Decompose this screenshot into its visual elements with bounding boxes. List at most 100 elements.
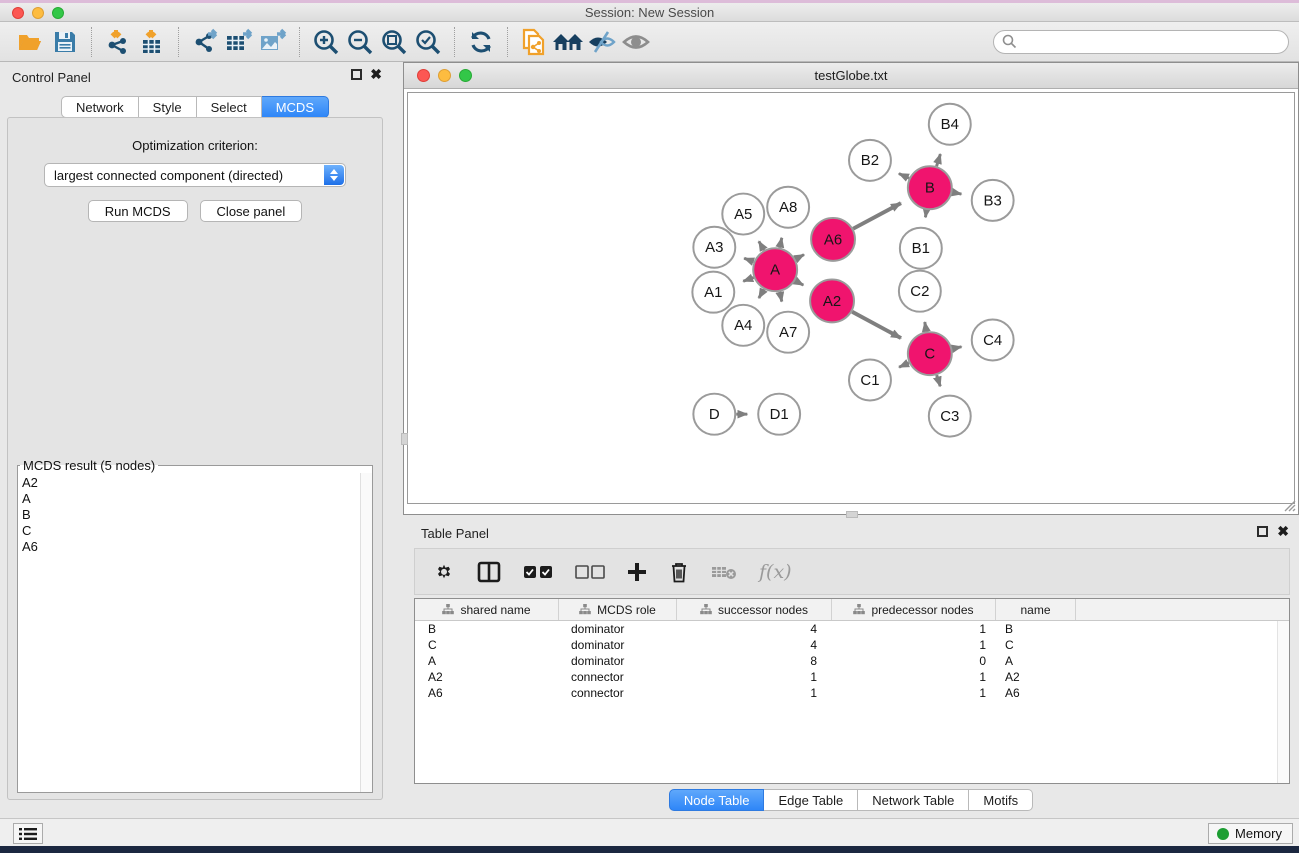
graph-edge-a6-b[interactable]	[853, 203, 901, 229]
zoom-selected-icon[interactable]	[411, 27, 445, 57]
graph-node-d1[interactable]: D1	[758, 394, 800, 435]
graph-node-c4[interactable]: C4	[972, 319, 1014, 360]
graph-node-a2[interactable]: A2	[810, 279, 854, 322]
graph-node-a[interactable]: A	[753, 248, 797, 291]
optimization-criterion-dropdown[interactable]: largest connected component (directed)	[44, 163, 346, 187]
graph-node-b3[interactable]: B3	[972, 180, 1014, 221]
table-row[interactable]: B dominator 4 1 B	[415, 621, 1289, 637]
search-input[interactable]	[1022, 34, 1280, 49]
table-scrollbar[interactable]	[1277, 621, 1289, 783]
delete-table-icon[interactable]	[711, 564, 737, 580]
graph-node-c3[interactable]: C3	[929, 396, 971, 437]
search-field[interactable]	[993, 30, 1289, 54]
memory-button[interactable]: Memory	[1208, 823, 1293, 844]
splitter-handle[interactable]	[846, 511, 858, 518]
tab-node-table[interactable]: Node Table	[669, 789, 765, 811]
tab-select[interactable]: Select	[197, 96, 262, 118]
column-header-shared-name[interactable]: shared name	[415, 599, 559, 620]
split-columns-icon[interactable]	[477, 561, 501, 583]
list-item[interactable]: A	[22, 491, 360, 507]
graph-node-c2[interactable]: C2	[899, 271, 941, 312]
graph-edge-b-b1[interactable]	[925, 210, 926, 217]
graph-edge-c-c3[interactable]	[937, 375, 941, 386]
splitter-handle[interactable]	[401, 433, 408, 445]
import-table-icon[interactable]	[135, 27, 169, 57]
graph-node-c[interactable]: C	[908, 332, 952, 375]
graph-node-c1[interactable]: C1	[849, 360, 891, 401]
column-header-successor-nodes[interactable]: successor nodes	[677, 599, 832, 620]
graph-node-b1[interactable]: B1	[900, 228, 942, 269]
open-file-icon[interactable]	[14, 27, 48, 57]
close-panel-button[interactable]: Close panel	[200, 200, 303, 222]
graph-edge-a2-c[interactable]	[852, 312, 901, 338]
close-panel-icon[interactable]: ✖	[370, 69, 382, 80]
zoom-in-icon[interactable]	[309, 27, 343, 57]
export-table-icon[interactable]	[222, 27, 256, 57]
graph-edge-a-a6[interactable]	[795, 255, 804, 259]
graph-node-b2[interactable]: B2	[849, 140, 891, 181]
column-header-mcds-role[interactable]: MCDS role	[559, 599, 677, 620]
graph-edge-a-a4[interactable]	[759, 289, 764, 298]
graph-edge-a-a7[interactable]	[780, 292, 782, 302]
graph-edge-c-c1[interactable]	[899, 363, 909, 367]
export-image-icon[interactable]	[256, 27, 290, 57]
task-history-button[interactable]	[13, 823, 43, 844]
graph-node-a6[interactable]: A6	[811, 218, 855, 261]
result-list-scrollbar[interactable]	[360, 473, 372, 792]
table-row[interactable]: A6 connector 1 1 A6	[415, 685, 1289, 701]
graph-node-a8[interactable]: A8	[767, 187, 809, 228]
network-window-titlebar[interactable]: testGlobe.txt	[404, 63, 1298, 89]
network-graph[interactable]: B4 B2 B3 A8A5A3 B1 A1 C2 A4A7 C4 C1 C3 D D1 B A6 A A2 C	[408, 93, 1294, 503]
show-details-icon[interactable]	[619, 27, 653, 57]
graph-node-b4[interactable]: B4	[929, 104, 971, 145]
graph-edge-c-c2[interactable]	[925, 322, 927, 331]
run-mcds-button[interactable]: Run MCDS	[88, 200, 188, 222]
graph-edge-a-a2[interactable]	[795, 281, 803, 285]
float-panel-icon[interactable]	[351, 69, 362, 80]
save-session-icon[interactable]	[48, 27, 82, 57]
tab-mcds[interactable]: MCDS	[262, 96, 329, 118]
tab-network[interactable]: Network	[61, 96, 139, 118]
select-all-icon[interactable]	[523, 565, 553, 579]
hide-details-icon[interactable]	[585, 27, 619, 57]
tab-edge-table[interactable]: Edge Table	[764, 789, 858, 811]
list-item[interactable]: A6	[22, 539, 360, 555]
graph-edge-a-a8[interactable]	[780, 238, 782, 248]
close-panel-icon[interactable]: ✖	[1277, 526, 1289, 537]
zoom-out-icon[interactable]	[343, 27, 377, 57]
list-item[interactable]: C	[22, 523, 360, 539]
add-column-icon[interactable]	[627, 562, 647, 582]
clone-network-icon[interactable]	[517, 27, 551, 57]
table-row[interactable]: A2 connector 1 1 A2	[415, 669, 1289, 685]
graph-edge-c-c4[interactable]	[952, 347, 961, 349]
list-item[interactable]: A2	[22, 475, 360, 491]
delete-column-icon[interactable]	[669, 561, 689, 583]
graph-node-a7[interactable]: A7	[767, 312, 809, 353]
export-network-icon[interactable]	[188, 27, 222, 57]
home-icon[interactable]	[551, 27, 585, 57]
deselect-all-icon[interactable]	[575, 565, 605, 579]
graph-edge-b-b3[interactable]	[952, 192, 961, 194]
graph-edge-a-a5[interactable]	[759, 241, 764, 250]
resize-grip-icon[interactable]	[1282, 498, 1296, 512]
graph-node-a4[interactable]: A4	[722, 305, 764, 346]
network-canvas[interactable]: B4 B2 B3 A8A5A3 B1 A1 C2 A4A7 C4 C1 C3 D D1 B A6 A A2 C	[407, 92, 1295, 504]
graph-node-b[interactable]: B	[908, 166, 952, 209]
mcds-result-list[interactable]: A2 A B C A6	[18, 473, 360, 792]
graph-edge-a-a1[interactable]	[743, 277, 753, 281]
graph-node-a5[interactable]: A5	[722, 194, 764, 235]
import-network-icon[interactable]	[101, 27, 135, 57]
graph-node-a1[interactable]: A1	[692, 272, 734, 313]
graph-node-a3[interactable]: A3	[693, 227, 735, 268]
tab-motifs[interactable]: Motifs	[969, 789, 1033, 811]
graph-edge-a-a3[interactable]	[744, 258, 754, 262]
graph-node-d[interactable]: D	[693, 394, 735, 435]
tab-style[interactable]: Style	[139, 96, 197, 118]
column-header-name[interactable]: name	[996, 599, 1076, 620]
table-row[interactable]: C dominator 4 1 C	[415, 637, 1289, 653]
refresh-icon[interactable]	[464, 27, 498, 57]
function-builder-icon[interactable]: f(x)	[759, 561, 792, 583]
tab-network-table[interactable]: Network Table	[858, 789, 969, 811]
gear-icon[interactable]	[433, 561, 455, 583]
float-panel-icon[interactable]	[1257, 526, 1268, 537]
